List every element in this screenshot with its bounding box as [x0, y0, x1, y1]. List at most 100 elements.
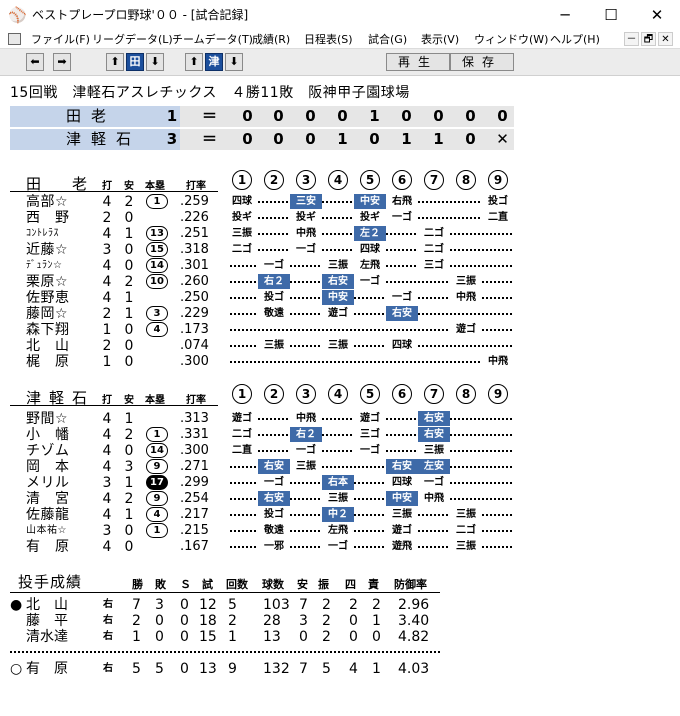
batter-row: 栗原☆ 4 2 10 .260 右２ 右安 一ゴ 三振	[0, 274, 680, 290]
team2-down-arrow-icon[interactable]: ⬇	[225, 53, 243, 71]
at-bat-result: 敬遠	[258, 306, 290, 321]
at-bat-result: 投ギ	[290, 210, 322, 225]
at-bat-result: 三振	[290, 459, 322, 474]
batter-hits: 1	[124, 226, 134, 242]
menu-stats[interactable]: 成績(R)	[252, 32, 290, 47]
batter-hits: 0	[124, 322, 134, 338]
batter-name: 野間☆	[26, 411, 69, 427]
team1-selector[interactable]: 田	[126, 53, 144, 71]
prev-game-arrow-icon[interactable]: ⬅	[26, 53, 44, 71]
inning-number-circle: 4	[328, 384, 348, 404]
batter-home-runs-badge: 1	[146, 427, 168, 442]
scoreboard-total-runs: 1	[166, 107, 178, 125]
batter-name: 佐野恵	[26, 290, 70, 306]
team1-down-arrow-icon[interactable]: ⬇	[146, 53, 164, 71]
maximize-button[interactable]: ☐	[588, 0, 634, 30]
pitcher-stat: 7	[299, 661, 308, 677]
team2-selector[interactable]: 津	[205, 53, 223, 71]
batter-row: 清 宮 4 2 9 .254 右安 三振 中安 中飛	[0, 491, 680, 507]
pitcher-stat: 3	[155, 597, 164, 613]
mdi-close-button[interactable]: ✕	[658, 32, 673, 46]
batter-hits: 2	[124, 427, 134, 443]
batter-at-bats: 4	[102, 226, 112, 242]
at-bat-result: 二ゴ	[226, 427, 258, 442]
batter-average: .215	[180, 523, 209, 538]
close-button[interactable]: ✕	[634, 0, 680, 30]
pitching-col-header: 勝	[132, 578, 143, 591]
menu-view[interactable]: 表示(V)	[421, 32, 459, 47]
scoreboard-inning-score: 0	[305, 107, 316, 125]
batter-row: 高部☆ 4 2 1 .259 四球 三安 中安 右飛 投ゴ	[0, 194, 680, 210]
pitcher-stat: 0	[349, 613, 358, 629]
batter-at-bats: 4	[102, 507, 112, 523]
batter-at-bats: 4	[102, 443, 112, 459]
pitcher-hand: 右	[103, 599, 113, 610]
pitcher-stat: 18	[199, 613, 217, 629]
pitcher-stat: 2	[372, 597, 381, 613]
at-bat-result: 二ゴ	[450, 523, 482, 538]
pitcher-stat: 0	[155, 613, 164, 629]
pitching-col-header: 試	[202, 578, 213, 591]
scoreboard-inning-score: 0	[305, 130, 316, 148]
batter-hits: 0	[124, 443, 134, 459]
replay-button[interactable]: 再生	[386, 53, 450, 71]
at-bat-result: 一ゴ	[418, 475, 450, 490]
pitcher-stat: 9	[228, 661, 237, 677]
at-bat-result: 中飛	[290, 226, 322, 241]
pitcher-stat: 0	[180, 613, 189, 629]
at-bat-result: 一ゴ	[386, 210, 418, 225]
menu-file[interactable]: ファイル(F)	[31, 32, 90, 47]
batter-row: ﾃﾞｭﾗﾝ☆ 4 0 14 .301 一ゴ 三振 左飛 三ゴ	[0, 258, 680, 274]
mdi-minimize-button[interactable]: －	[624, 32, 639, 46]
save-button[interactable]: 保存	[450, 53, 514, 71]
at-bat-result: 右安	[322, 274, 354, 289]
menu-game[interactable]: 試合(G)	[368, 32, 407, 47]
scoreboard-inning-score: 0	[497, 107, 508, 125]
scoreboard-equals: ＝	[202, 107, 218, 125]
at-bat-result: 三振	[418, 443, 450, 458]
result-dotted-line	[230, 361, 512, 363]
at-bat-result: 敬遠	[258, 523, 290, 538]
batter-at-bats: 3	[102, 523, 112, 539]
at-bat-result: 右安	[418, 427, 450, 442]
batter-average: .167	[180, 539, 209, 554]
inning-number-circle: 9	[488, 170, 508, 190]
menu-league-data[interactable]: リーグデータ(L)	[92, 32, 173, 47]
team2-up-arrow-icon[interactable]: ⬆	[185, 53, 203, 71]
batter-average: .331	[180, 427, 209, 442]
mdi-restore-button[interactable]: 🗗	[641, 32, 656, 46]
pitcher-stat: 0	[372, 629, 381, 645]
pitching-header-underline	[10, 592, 440, 593]
header-underline	[10, 191, 218, 192]
at-bat-result: 投ギ	[354, 210, 386, 225]
pitcher-stat: 103	[263, 597, 290, 613]
batter-home-runs-badge: 14	[146, 258, 168, 273]
at-bat-result: 右飛	[386, 194, 418, 209]
inning-number-circle: 3	[296, 384, 316, 404]
next-game-arrow-icon[interactable]: ➡	[53, 53, 71, 71]
pitching-col-header: 回数	[226, 578, 248, 591]
batter-name: 北 山	[26, 338, 70, 354]
menu-help[interactable]: ヘルプ(H)	[550, 32, 600, 47]
pitcher-stat: 7	[132, 597, 141, 613]
team1-up-arrow-icon[interactable]: ⬆	[106, 53, 124, 71]
at-bat-result: 投ギ	[226, 210, 258, 225]
at-bat-result: 中安	[322, 290, 354, 305]
window-title: ベストプレープロ野球'００ - [試合記録]	[32, 8, 249, 22]
document-icon[interactable]	[8, 33, 21, 45]
batter-row: 小 幡 4 2 1 .331 二ゴ 右２ 三ゴ 右安	[0, 427, 680, 443]
menu-team-data[interactable]: チームデータ(T)	[172, 32, 253, 47]
pitching-col-header: 四	[345, 578, 356, 591]
batter-row: 近藤☆ 3 0 15 .318 二ゴ 一ゴ 四球 二ゴ	[0, 242, 680, 258]
scoreboard-team-cell: 田老 1	[10, 106, 180, 127]
pitcher-stat: 2	[132, 613, 141, 629]
batter-at-bats: 4	[102, 459, 112, 475]
batter-row: 北 山 2 0 .074 三振 三振 四球	[0, 338, 680, 354]
pitching-col-header: 振	[318, 578, 329, 591]
minimize-button[interactable]: ─	[542, 0, 588, 30]
inning-number-circle: 8	[456, 384, 476, 404]
menu-window[interactable]: ウィンドウ(W)	[474, 32, 548, 47]
at-bat-result: 三振	[450, 274, 482, 289]
menu-schedule[interactable]: 日程表(S)	[304, 32, 353, 47]
scoreboard-inning-score: 0	[242, 107, 253, 125]
